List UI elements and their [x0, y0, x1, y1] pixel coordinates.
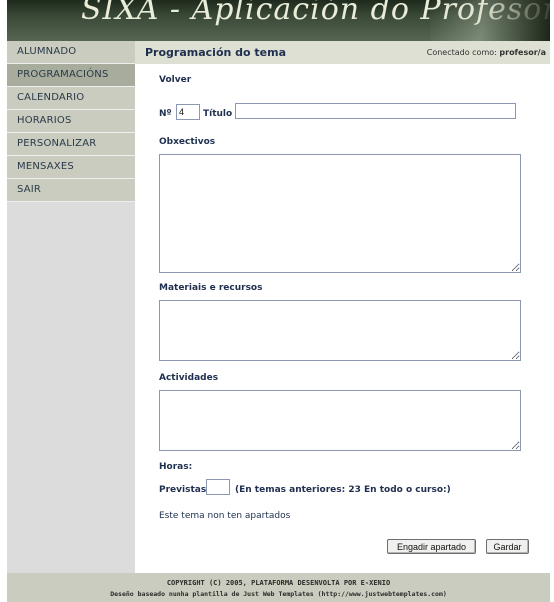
previous-hours-info: (En temas anteriores: 23 En todo o curso… — [235, 485, 451, 495]
app-frame: SIXA - Aplicación do Profesorado ALUMNAD… — [7, 0, 550, 602]
materials-textarea[interactable] — [159, 300, 521, 361]
sidebar-item-mensaxes[interactable]: MENSAXES — [7, 156, 135, 179]
sidebar-item-personalizar[interactable]: PERSONALIZAR — [7, 133, 135, 156]
add-section-button[interactable]: Engadir apartado — [387, 539, 476, 554]
activities-textarea[interactable] — [159, 390, 521, 451]
planned-hours-input[interactable] — [206, 479, 230, 495]
sidebar-item-calendario[interactable]: CALENDARIO — [7, 87, 135, 110]
banner-title: SIXA - Aplicación do Profesorado — [81, 0, 550, 27]
activities-label: Actividades — [159, 373, 219, 383]
sidebar-item-programacions[interactable]: PROGRAMACIÓNS — [7, 64, 135, 87]
hours-label: Horas: — [159, 462, 193, 472]
connected-user: profesor/a — [499, 48, 546, 57]
footer-copyright: COPYRIGHT (C) 2005, PLATAFORMA DESENVOLT… — [166, 579, 391, 587]
no-sections-text: Este tema non ten apartados — [159, 511, 291, 521]
number-label: Nº — [159, 109, 172, 119]
materials-label: Materiais e recursos — [159, 283, 263, 293]
save-button[interactable]: Gardar — [486, 539, 529, 554]
sidebar-item-sair[interactable]: SAIR — [7, 179, 135, 202]
content-header: Programación do tema Conectado como: pro… — [135, 41, 550, 64]
main-content: Programación do tema Conectado como: pro… — [135, 41, 550, 573]
number-input[interactable] — [176, 104, 200, 120]
sidebar-item-alumnado[interactable]: ALUMNADO — [7, 41, 135, 64]
objectives-label: Obxectivos — [159, 137, 216, 147]
footer-credits: Deseño baseado nunha plantilla de Just W… — [110, 590, 447, 598]
title-label: Título — [203, 109, 233, 119]
sidebar-item-horarios[interactable]: HORARIOS — [7, 110, 135, 133]
connected-prefix: Conectado como: — [426, 48, 497, 57]
footer: COPYRIGHT (C) 2005, PLATAFORMA DESENVOLT… — [7, 573, 550, 602]
page-title: Programación do tema — [145, 46, 287, 59]
title-input[interactable] — [235, 103, 516, 119]
header-banner: SIXA - Aplicación do Profesorado — [7, 0, 550, 41]
sidebar: ALUMNADO PROGRAMACIÓNS CALENDARIO HORARI… — [7, 41, 135, 573]
planned-label: Previstas — [159, 485, 207, 495]
back-link[interactable]: Volver — [159, 75, 191, 85]
objectives-textarea[interactable] — [159, 154, 521, 273]
connected-as: Conectado como: profesor/a — [427, 48, 546, 57]
